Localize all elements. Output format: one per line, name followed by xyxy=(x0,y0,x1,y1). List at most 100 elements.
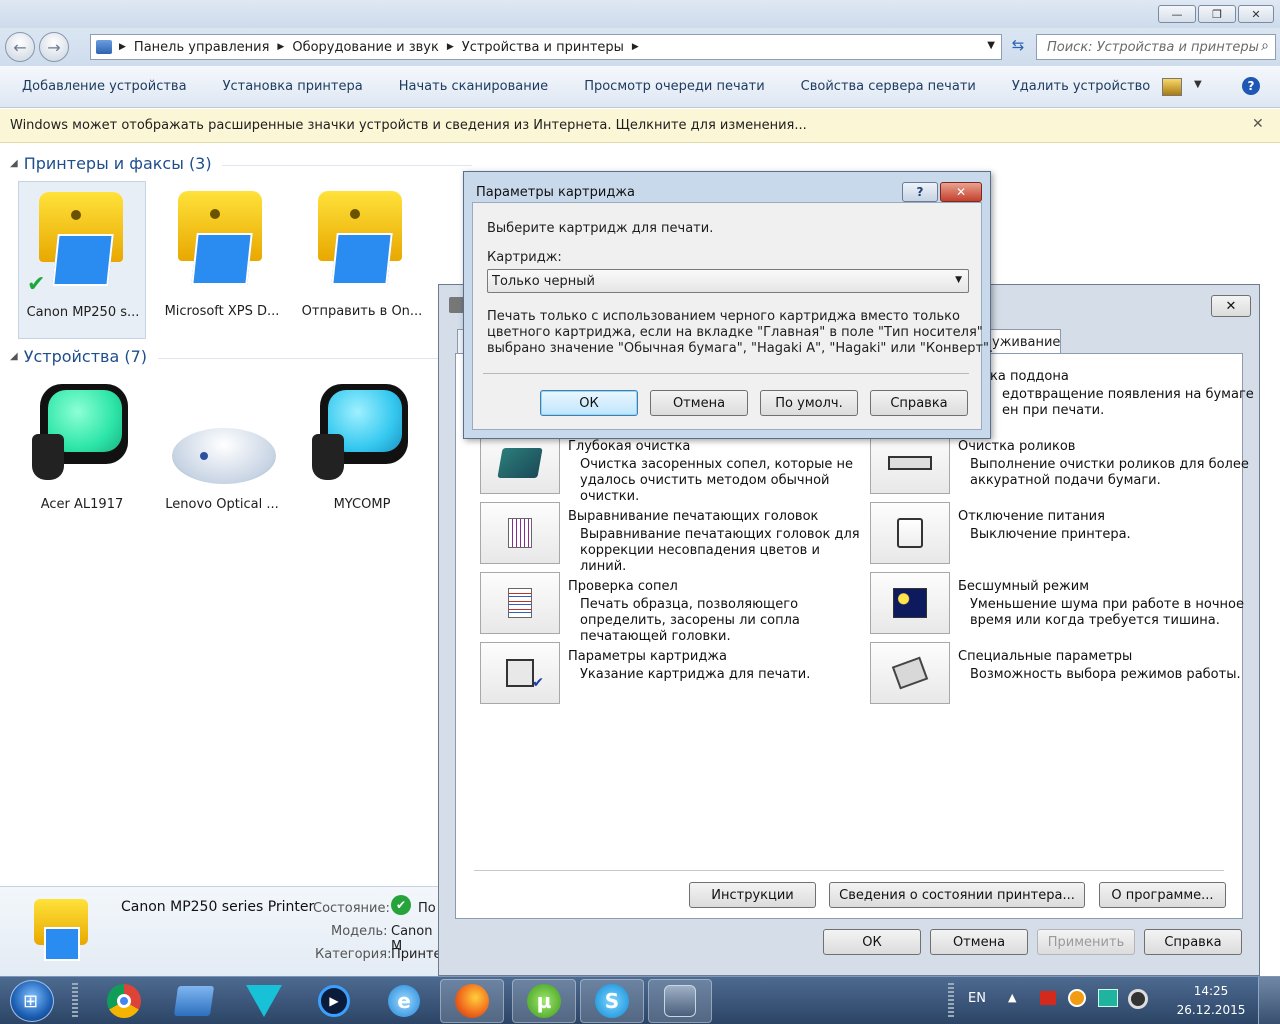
device-label: Отправить в On... xyxy=(301,304,423,319)
nozzle-check-button[interactable] xyxy=(480,572,560,634)
maint-title-power-off: Отключение питания xyxy=(958,509,1105,524)
close-icon: ✕ xyxy=(1225,298,1237,314)
device-canon-mp250[interactable]: ✔ Canon MP250 s... xyxy=(18,181,146,339)
volume-icon[interactable] xyxy=(1128,989,1148,1009)
breadcrumb-control-panel[interactable]: Панель управления xyxy=(134,40,270,55)
power-off-button[interactable] xyxy=(870,502,950,564)
printer-status-button[interactable]: Сведения о состоянии принтера... xyxy=(829,882,1085,908)
device-microsoft-xps[interactable]: Microsoft XPS D... xyxy=(158,181,286,339)
tray-app-icon[interactable] xyxy=(1068,989,1086,1007)
device-acer-al1917[interactable]: Acer AL1917 xyxy=(18,378,146,518)
group-header-devices[interactable]: ◢ Устройства (7) xyxy=(10,347,147,366)
pref-ok-button[interactable]: ОК xyxy=(823,929,921,955)
cartridge-select[interactable]: Только черный ▼ xyxy=(487,269,969,293)
pref-close-button[interactable]: ✕ xyxy=(1211,295,1251,317)
address-dropdown-icon[interactable]: ▼ xyxy=(987,40,995,51)
minimize-button[interactable]: — xyxy=(1158,5,1196,23)
clock-time[interactable]: 14:25 xyxy=(1180,984,1242,998)
roller-cleaning-icon xyxy=(888,456,932,470)
close-button[interactable]: ✕ xyxy=(1238,5,1274,23)
toolbar-print-server-props[interactable]: Свойства сервера печати xyxy=(801,79,976,94)
instructions-button[interactable]: Инструкции xyxy=(689,882,816,908)
toolbar-print-queue[interactable]: Просмотр очереди печати xyxy=(584,79,764,94)
search-input[interactable]: Поиск: Устройства и принтеры ⌕ xyxy=(1036,34,1276,60)
dialog-close-button[interactable]: ✕ xyxy=(940,182,982,202)
show-hidden-icons-icon[interactable]: ▲ xyxy=(1008,991,1016,1004)
breadcrumb-devices-printers[interactable]: Устройства и принтеры xyxy=(462,40,624,55)
forward-button[interactable]: → xyxy=(39,32,69,62)
maint-title-deep-cleaning: Глубокая очистка xyxy=(568,439,691,454)
info-bar-close-icon[interactable]: ✕ xyxy=(1252,116,1264,132)
toolbar-add-device[interactable]: Добавление устройства xyxy=(22,79,187,94)
device-label: Lenovo Optical ... xyxy=(165,497,279,512)
collapse-triangle-icon: ◢ xyxy=(10,351,18,362)
toolbar-start-scan[interactable]: Начать сканирование xyxy=(399,79,548,94)
dialog-cancel-button[interactable]: Отмена xyxy=(650,390,748,416)
about-button[interactable]: О программе... xyxy=(1099,882,1226,908)
back-arrow-icon: ← xyxy=(13,37,27,57)
roller-cleaning-button[interactable] xyxy=(870,432,950,494)
taskbar-firefox[interactable] xyxy=(440,979,504,1023)
divider xyxy=(483,373,969,374)
maint-desc-quiet-mode: Уменьшение шума при работе в ночное врем… xyxy=(970,597,1244,628)
maint-desc-cartridge-settings: Указание картриджа для печати. xyxy=(580,667,811,682)
network-icon[interactable] xyxy=(1098,989,1118,1007)
breadcrumb-hardware-sound[interactable]: Оборудование и звук xyxy=(292,40,439,55)
group-divider xyxy=(222,165,472,166)
back-button[interactable]: ← xyxy=(5,32,35,62)
device-label: Canon MP250 s... xyxy=(26,305,140,320)
clock-date[interactable]: 26.12.2015 xyxy=(1176,1003,1246,1017)
dialog-help-text-button[interactable]: Справка xyxy=(870,390,968,416)
cartridge-label: Картридж: xyxy=(487,250,562,265)
dialog-ok-button[interactable]: ОК xyxy=(540,390,638,416)
dialog-help-button[interactable]: ? xyxy=(902,182,938,202)
info-bar[interactable]: Windows может отображать расширенные зна… xyxy=(0,109,1280,143)
device-label: Acer AL1917 xyxy=(40,497,124,512)
maximize-button[interactable]: ❐ xyxy=(1198,5,1236,23)
taskbar-app-v[interactable] xyxy=(232,979,296,1023)
deep-cleaning-button[interactable] xyxy=(480,432,560,494)
address-bar[interactable]: ▶ Панель управления ▶ Оборудование и зву… xyxy=(90,34,1002,60)
device-mycomp[interactable]: MYCOMP xyxy=(298,378,426,518)
group-header-printers[interactable]: ◢ Принтеры и факсы (3) xyxy=(10,154,212,173)
view-dropdown-icon[interactable]: ▼ xyxy=(1194,79,1202,90)
start-button[interactable]: ⊞ xyxy=(10,980,54,1022)
maint-desc-custom-settings: Возможность выбора режимов работы. xyxy=(970,667,1241,682)
chrome-icon xyxy=(107,984,141,1018)
taskbar-utorrent[interactable]: µ xyxy=(512,979,576,1023)
maint-title-custom-settings: Специальные параметры xyxy=(958,649,1133,664)
action-center-flag-icon[interactable] xyxy=(1040,991,1056,1005)
printer-icon xyxy=(39,192,123,288)
help-icon[interactable]: ? xyxy=(1242,77,1260,95)
maint-desc-deep-cleaning: Очистка засоренных сопел, которые не уда… xyxy=(580,457,853,504)
pref-apply-button[interactable]: Применить xyxy=(1037,929,1135,955)
taskbar-media-player[interactable]: ▶ xyxy=(302,979,366,1023)
taskbar-printer-settings[interactable] xyxy=(648,979,712,1023)
view-options-icon[interactable] xyxy=(1162,78,1182,96)
taskbar-explorer-stack[interactable] xyxy=(162,979,226,1023)
dialog-default-button[interactable]: По умолч. xyxy=(760,390,858,416)
device-lenovo-mouse[interactable]: Lenovo Optical ... xyxy=(158,378,286,518)
dialog-body: Выберите картридж для печати. Картридж: … xyxy=(472,202,993,430)
tab-maintenance[interactable]: уживание xyxy=(987,329,1061,354)
printer-icon xyxy=(318,191,402,287)
search-icon[interactable]: ⌕ xyxy=(1261,38,1269,54)
taskbar-grip xyxy=(72,983,78,1019)
language-indicator[interactable]: EN xyxy=(968,991,986,1006)
taskbar-ie[interactable]: e xyxy=(372,979,436,1023)
quiet-mode-button[interactable] xyxy=(870,572,950,634)
pref-cancel-button[interactable]: Отмена xyxy=(930,929,1028,955)
head-alignment-button[interactable] xyxy=(480,502,560,564)
taskbar-chrome[interactable] xyxy=(92,979,156,1023)
collapse-triangle-icon: ◢ xyxy=(10,158,18,169)
refresh-icon[interactable]: ⇆ xyxy=(1006,36,1030,58)
taskbar-skype[interactable]: S xyxy=(580,979,644,1023)
toolbar-add-printer[interactable]: Установка принтера xyxy=(223,79,363,94)
device-send-to-onenote[interactable]: Отправить в On... xyxy=(298,181,426,339)
cartridge-settings-button[interactable]: ✔ xyxy=(480,642,560,704)
pref-help-button[interactable]: Справка xyxy=(1144,929,1242,955)
toolbar-remove-device[interactable]: Удалить устройство xyxy=(1012,79,1150,94)
show-desktop-button[interactable] xyxy=(1258,977,1280,1024)
chevron-down-icon: ▼ xyxy=(955,275,962,285)
custom-settings-button[interactable] xyxy=(870,642,950,704)
